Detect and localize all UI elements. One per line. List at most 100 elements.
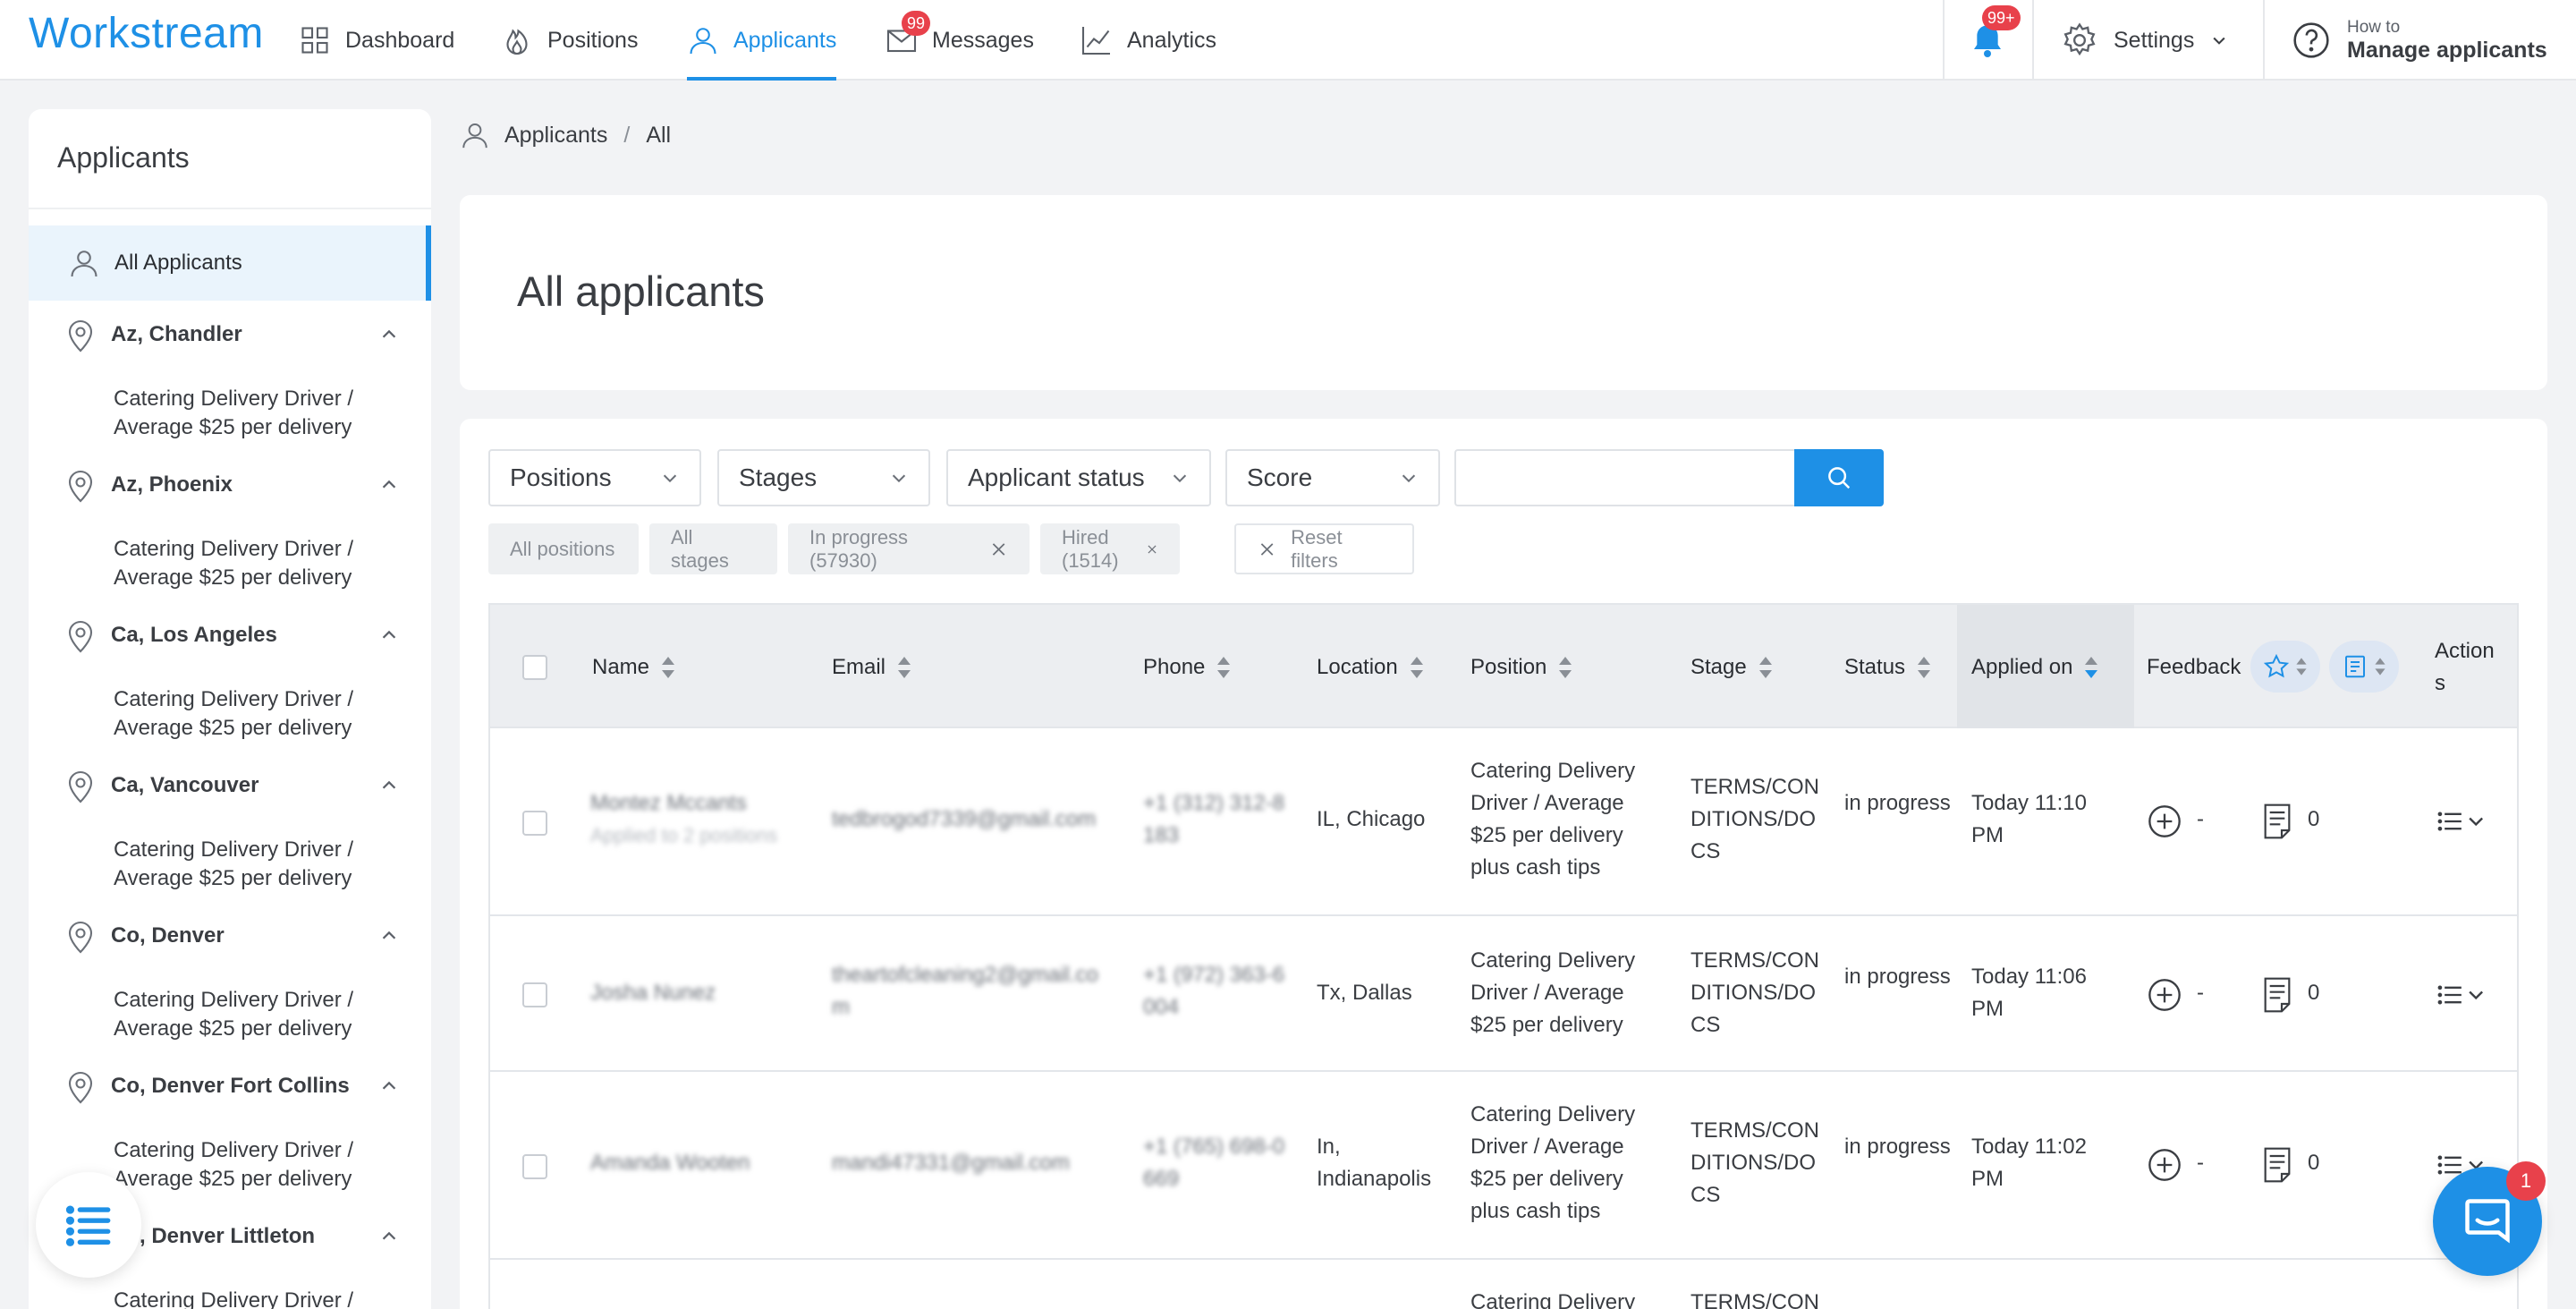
note-icon[interactable]: [2261, 1147, 2293, 1183]
column-header-email[interactable]: Email: [832, 605, 911, 730]
table-row[interactable]: Montez Mccants Applied to 2 positions te…: [490, 728, 2517, 916]
sidebar-position-link[interactable]: Catering Delivery Driver / Average $25 p…: [114, 385, 409, 442]
close-icon: [1260, 542, 1274, 556]
add-feedback-icon[interactable]: [2147, 803, 2182, 839]
applicant-phone: +1 (765) 698-0: [1143, 1135, 1285, 1159]
sidebar-position-link[interactable]: Catering Delivery Driver /: [114, 1287, 409, 1309]
table-row[interactable]: Amanda Wooten mandi47331@gmail.com +1 (7…: [490, 1072, 2517, 1260]
sidebar-location[interactable]: Co, Denver: [64, 918, 431, 954]
nav-analytics-label: Analytics: [1127, 27, 1217, 53]
column-header-applied-on[interactable]: Applied on: [1971, 605, 2098, 730]
star-icon: [2263, 653, 2290, 678]
select-all-checkbox[interactable]: [522, 655, 547, 680]
search-button[interactable]: [1794, 449, 1884, 506]
sidebar-position-link[interactable]: Catering Delivery Driver / Average $25 p…: [114, 986, 409, 1043]
table-row[interactable]: Catering Delivery TERMS/CON: [490, 1260, 2517, 1309]
feedback-score: -: [2197, 981, 2204, 1005]
nav-positions[interactable]: Positions: [501, 0, 638, 81]
row-checkbox[interactable]: [522, 982, 547, 1007]
sidebar-location[interactable]: Ca, Vancouver: [64, 768, 431, 803]
applicant-status: in progress: [1844, 791, 1951, 815]
nav-dashboard[interactable]: Dashboard: [299, 0, 454, 81]
search-input[interactable]: [1454, 449, 1794, 506]
applicant-name[interactable]: Amanda Wooten: [590, 1147, 750, 1179]
applicant-position: Driver / Average: [1470, 791, 1624, 815]
nav-applicants[interactable]: Applicants: [687, 0, 837, 81]
chip-all-positions[interactable]: All positions: [488, 523, 639, 574]
sidebar-position-label: Catering Delivery Driver /: [114, 988, 354, 1012]
sort-icon: [898, 655, 911, 680]
sidebar-position-link[interactable]: Catering Delivery Driver / Average $25 p…: [114, 836, 409, 893]
chip-hired[interactable]: Hired (1514): [1040, 523, 1180, 574]
search-icon: [1828, 467, 1851, 489]
list-menu-button[interactable]: [36, 1172, 141, 1278]
notes-count: 0: [2308, 981, 2320, 1005]
row-checkbox[interactable]: [522, 811, 547, 836]
column-header-label: Location: [1317, 655, 1398, 679]
column-header-label: Status: [1844, 655, 1906, 679]
row-actions-icon[interactable]: [2436, 982, 2488, 1007]
note-icon[interactable]: [2261, 803, 2293, 839]
sidebar-position-link[interactable]: Catering Delivery Driver / Average $25 p…: [114, 535, 409, 592]
applied-on: Today 11:02: [1971, 1135, 2087, 1159]
chip-label: All positions: [510, 537, 615, 560]
settings-label: Settings: [2114, 27, 2195, 53]
stages-filter[interactable]: Stages: [717, 449, 930, 506]
sidebar-location[interactable]: Az, Phoenix: [64, 467, 431, 503]
settings-menu[interactable]: Settings: [2062, 0, 2228, 81]
reset-filters-button[interactable]: Reset filters: [1234, 523, 1414, 574]
chip-all-stages[interactable]: All stages: [649, 523, 777, 574]
table-row[interactable]: Josha Nunez theartofcleaning2@gmail.co m…: [490, 916, 2517, 1072]
column-header-location[interactable]: Location: [1317, 605, 1423, 730]
nav-positions-label: Positions: [547, 27, 639, 53]
sidebar-location-label: Ca, Vancouver: [111, 773, 259, 797]
sidebar-position-label: Average $25 per delivery: [114, 1167, 352, 1191]
howto-help[interactable]: How to Manage applicants: [2292, 0, 2547, 81]
add-feedback-icon[interactable]: [2147, 977, 2182, 1013]
column-header-stage[interactable]: Stage: [1690, 605, 1772, 730]
sidebar-location[interactable]: Az, Chandler: [64, 317, 431, 353]
applicant-position: $25 per delivery: [1470, 1013, 1623, 1037]
close-icon[interactable]: [989, 540, 1008, 559]
chevron-down-icon: [1173, 474, 1187, 483]
nav-analytics[interactable]: Analytics: [1080, 0, 1216, 81]
sidebar-position-link[interactable]: Catering Delivery Driver / Average $25 p…: [114, 685, 409, 743]
applicant-name[interactable]: Montez Mccants: [590, 787, 747, 820]
row-actions-icon[interactable]: [2436, 809, 2488, 834]
score-filter[interactable]: Score: [1225, 449, 1440, 506]
applicant-status-filter[interactable]: Applicant status: [946, 449, 1211, 506]
column-header-phone[interactable]: Phone: [1143, 605, 1231, 730]
howto-big: Manage applicants: [2347, 37, 2547, 63]
user-icon: [71, 251, 97, 277]
sidebar-position-link[interactable]: Catering Delivery Driver / Average $25 p…: [114, 1136, 409, 1194]
sidebar-item-all-applicants[interactable]: All Applicants: [29, 225, 431, 301]
note-icon[interactable]: [2261, 977, 2293, 1013]
chip-label: In progress (57930): [809, 525, 909, 572]
positions-filter[interactable]: Positions: [488, 449, 701, 506]
sort-by-notes-button[interactable]: [2329, 641, 2399, 693]
chip-in-progress[interactable]: In progress (57930): [788, 523, 1030, 574]
dashboard-icon: [301, 27, 328, 54]
applicant-stage: CS: [1690, 839, 1721, 863]
chip-label: All stages: [671, 525, 729, 572]
sort-icon: [1410, 655, 1423, 680]
column-header-position[interactable]: Position: [1470, 605, 1572, 730]
workstream-logo[interactable]: Workstream: [29, 9, 264, 58]
applicant-position: $25 per delivery: [1470, 823, 1623, 847]
close-icon[interactable]: [1146, 540, 1158, 559]
row-checkbox[interactable]: [522, 1154, 547, 1179]
breadcrumb-root[interactable]: Applicants: [504, 123, 607, 149]
applicant-stage: TERMS/CON: [1690, 1118, 1819, 1143]
applicant-phone: +1 (312) 312-8: [1143, 791, 1285, 815]
sort-icon: [1217, 655, 1231, 680]
applicant-name[interactable]: Josha Nunez: [590, 977, 716, 1009]
applicant-status: in progress: [1844, 1135, 1951, 1159]
column-header-name[interactable]: Name: [592, 605, 675, 730]
applicant-phone: 004: [1143, 995, 1180, 1019]
sidebar-location[interactable]: Co, Denver Fort Collins: [64, 1068, 431, 1104]
sort-by-score-button[interactable]: [2250, 641, 2320, 693]
column-header-status[interactable]: Status: [1844, 605, 1931, 730]
add-feedback-icon[interactable]: [2147, 1147, 2182, 1183]
column-header-feedback: Feedback: [2147, 605, 2241, 730]
sidebar-location[interactable]: Ca, Los Angeles: [64, 617, 431, 653]
